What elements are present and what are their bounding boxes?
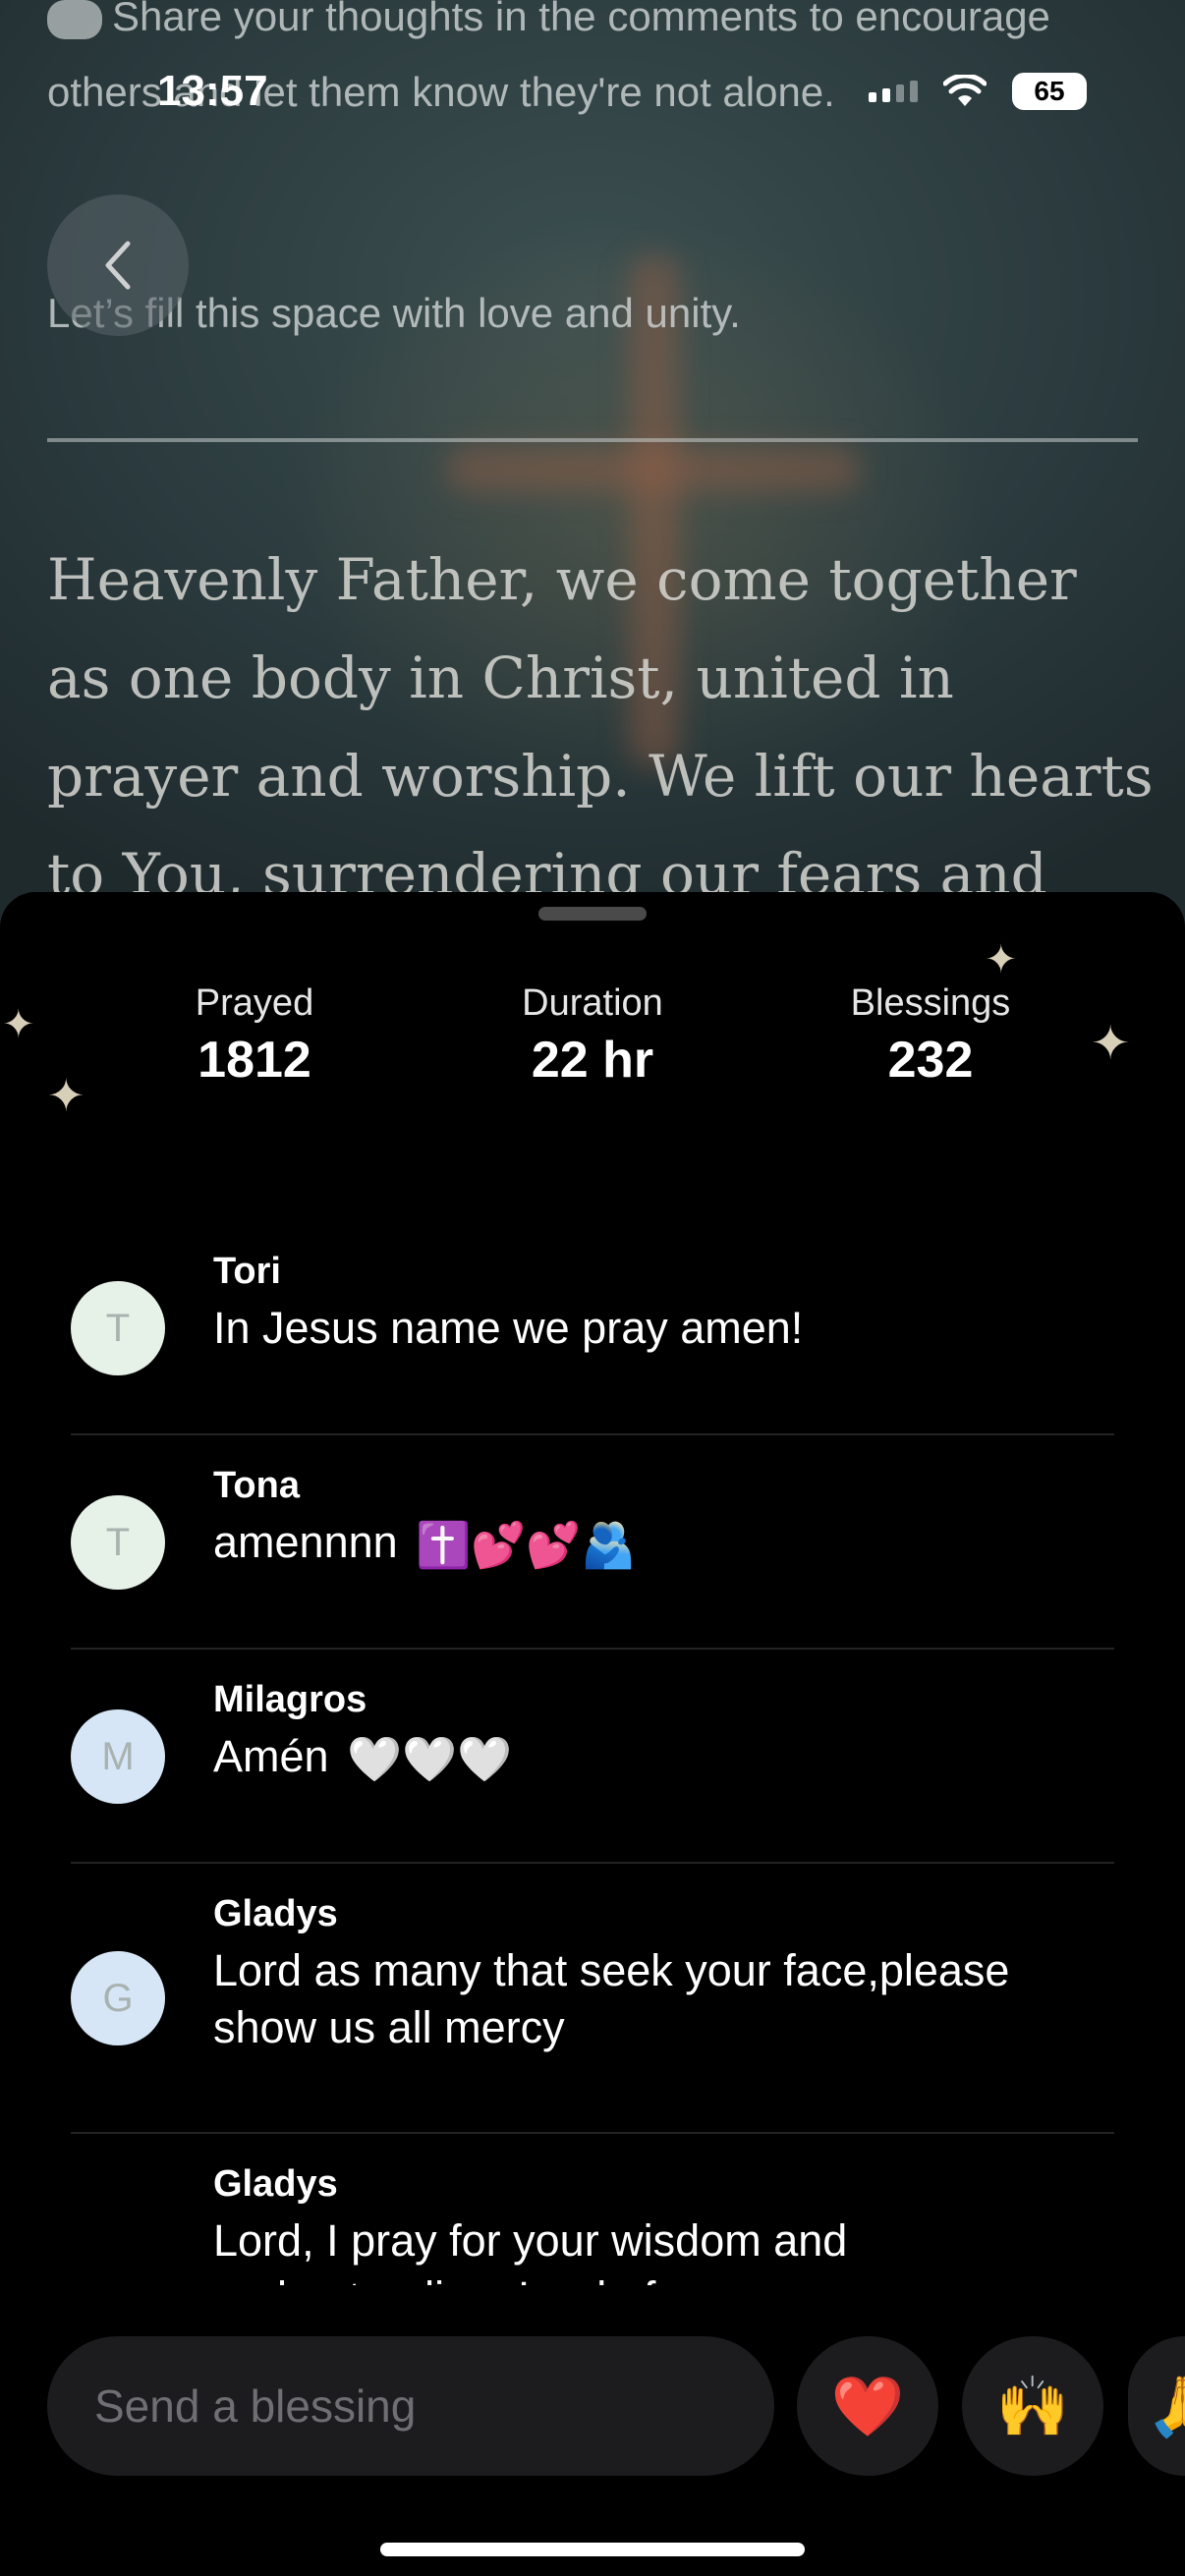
prayer-text: Heavenly Father, we come together as one… <box>47 546 1154 943</box>
home-indicator <box>380 2543 805 2556</box>
cellular-signal-icon <box>869 81 918 102</box>
comment-body: Lord as many that seek your face,please … <box>213 1945 1010 2052</box>
comment-author: Gladys <box>213 1893 338 1934</box>
comment-text: amennnn ✝️💕💕🫂 <box>213 1514 1098 1574</box>
comment-item: Gladys Lord, I pray for your wisdom and … <box>71 2134 1114 2285</box>
stat-value: 1812 <box>198 1032 311 1089</box>
stat-value: 232 <box>887 1032 974 1089</box>
cross-image-horizontal <box>447 447 860 492</box>
stat-value: 22 hr <box>531 1032 654 1089</box>
wifi-icon <box>943 75 987 106</box>
comment-item: G Gladys Lord as many that seek your fac… <box>71 1864 1114 2134</box>
praise-reaction-button[interactable]: 🙌 <box>962 2336 1103 2476</box>
comment-item: T Tona amennnn ✝️💕💕🫂 <box>71 1435 1114 1650</box>
praying-hands-icon: 🙏 <box>1146 2373 1185 2439</box>
stat-label: Duration <box>522 982 663 1024</box>
divider <box>47 438 1138 442</box>
unity-text: Let’s fill this space with love and unit… <box>47 290 741 336</box>
heart-reaction-button[interactable]: ❤️ <box>797 2336 938 2476</box>
stat-blessings: Blessings 232 <box>773 982 1088 1090</box>
speech-bubble-icon <box>47 0 102 39</box>
raised-hands-icon: 🙌 <box>995 2373 1070 2439</box>
prayer-background: Share your thoughts in the comments to e… <box>0 0 1185 943</box>
sheet-grabber[interactable] <box>538 907 647 921</box>
comment-text: Lord, I pray for your wisdom and underst… <box>213 2212 1098 2285</box>
stat-label: Blessings <box>850 982 1011 1024</box>
comment-list[interactable]: T Tori In Jesus name we pray amen! T Ton… <box>71 1221 1114 2285</box>
battery-icon: 65 <box>1012 73 1087 110</box>
status-time: 13:57 <box>157 67 268 115</box>
comment-item: M Milagros Amén 🤍🤍🤍 <box>71 1650 1114 1864</box>
comments-sheet: ✦ ✦ ✦ ✦ Prayed 1812 Duration 22 hr Bless… <box>0 892 1185 2576</box>
comment-body: Lord, I pray for your wisdom and underst… <box>213 2215 848 2285</box>
avatar: M <box>71 1709 165 1804</box>
chevron-left-icon <box>105 241 131 290</box>
comment-author: Gladys <box>213 2163 338 2205</box>
comment-text: Amén 🤍🤍🤍 <box>213 1728 1098 1788</box>
avatar: T <box>71 1281 165 1375</box>
blessing-input[interactable] <box>94 2380 723 2433</box>
comment-emojis: 🤍🤍🤍 <box>347 1734 513 1785</box>
comment-author: Milagros <box>213 1679 367 1720</box>
heart-icon: ❤️ <box>830 2373 905 2439</box>
comment-body: amennnn <box>213 1517 398 1567</box>
comment-author: Tori <box>213 1251 281 1292</box>
stat-duration: Duration 22 hr <box>435 982 750 1090</box>
comment-text: In Jesus name we pray amen! <box>213 1300 1098 1357</box>
comment-author: Tona <box>213 1465 300 1506</box>
stat-prayed: Prayed 1812 <box>97 982 412 1090</box>
back-button[interactable] <box>47 195 189 336</box>
comment-body: Amén <box>213 1731 329 1781</box>
sparkle-icon: ✦ <box>985 938 1018 981</box>
status-icons: 65 <box>869 73 1087 110</box>
blessing-input-container[interactable] <box>47 2336 774 2476</box>
comment-item: T Tori In Jesus name we pray amen! <box>71 1221 1114 1435</box>
avatar: T <box>71 1495 165 1590</box>
stat-label: Prayed <box>195 982 314 1024</box>
comment-text: Lord as many that seek your face,please … <box>213 1942 1098 2056</box>
avatar: G <box>71 1951 165 2045</box>
prayer-stats: Prayed 1812 Duration 22 hr Blessings 232 <box>0 982 1185 1110</box>
comment-body: In Jesus name we pray amen! <box>213 1303 804 1353</box>
comment-emojis: ✝️💕💕🫂 <box>416 1520 637 1571</box>
